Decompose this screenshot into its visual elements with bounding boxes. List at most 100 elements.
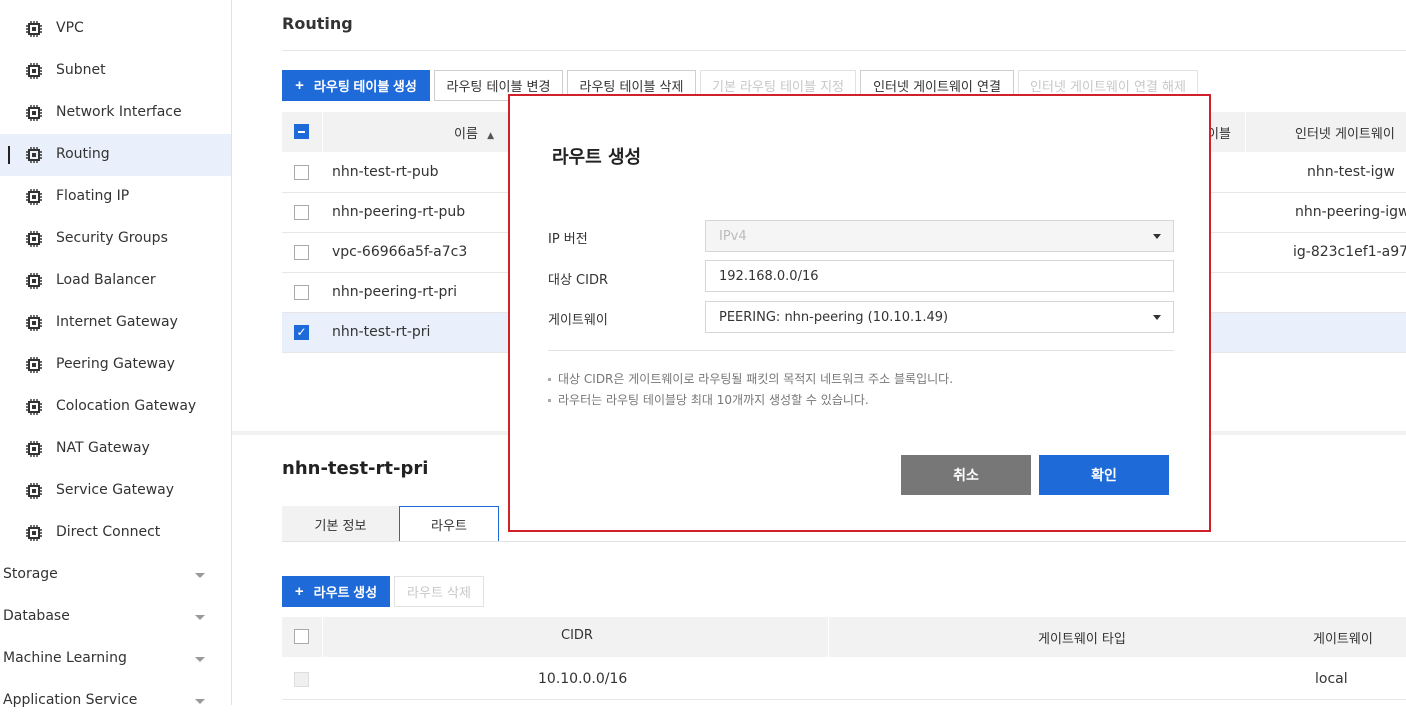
chip-icon	[26, 399, 42, 415]
sidebar-item-label: Service Gateway	[56, 482, 175, 498]
sidebar-item-label: Network Interface	[56, 104, 182, 120]
row-checkbox-checked[interactable]: ✓	[294, 325, 309, 340]
sidebar-item-routing[interactable]: Routing	[0, 134, 231, 176]
sidebar-item-label: Subnet	[56, 62, 106, 78]
sort-icon: ▲	[487, 131, 494, 141]
sidebar: VPC Subnet Network Interface Routing Flo…	[0, 0, 232, 708]
route-row[interactable]: 10.10.0.0/16 local	[282, 660, 1406, 700]
sidebar-category-storage[interactable]: Storage	[0, 554, 231, 596]
chip-icon	[26, 189, 42, 205]
ip-version-value: IPv4	[719, 228, 747, 244]
sidebar-item-colocation-gateway[interactable]: Colocation Gateway	[0, 386, 231, 428]
chip-icon	[26, 483, 42, 499]
category-label: Application Service	[3, 692, 138, 708]
row-name: nhn-test-rt-pri	[332, 324, 431, 340]
sidebar-item-service-gateway[interactable]: Service Gateway	[0, 470, 231, 512]
sidebar-item-load-balancer[interactable]: Load Balancer	[0, 260, 231, 302]
category-label: Storage	[3, 566, 58, 582]
sidebar-item-vpc[interactable]: VPC	[0, 8, 231, 50]
sidebar-category-database[interactable]: Database	[0, 596, 231, 638]
chip-icon	[26, 315, 42, 331]
chip-icon	[26, 63, 42, 79]
chevron-down-icon	[195, 615, 205, 620]
category-label: Machine Learning	[3, 650, 127, 666]
route-select-all-checkbox[interactable]	[294, 629, 309, 644]
sidebar-item-network-interface[interactable]: Network Interface	[0, 92, 231, 134]
chevron-down-icon	[1153, 234, 1161, 239]
ip-version-label: IP 버전	[548, 232, 588, 247]
tab-basic-info[interactable]: 기본 정보	[282, 506, 399, 542]
row-name: nhn-peering-rt-pri	[332, 284, 458, 300]
sidebar-item-internet-gateway[interactable]: Internet Gateway	[0, 302, 231, 344]
chevron-down-icon	[195, 657, 205, 662]
column-header-gateway: 게이트웨이	[1313, 632, 1373, 647]
sidebar-item-direct-connect[interactable]: Direct Connect	[0, 512, 231, 554]
dialog-title: 라우트 생성	[552, 147, 642, 168]
column-divider	[1245, 112, 1246, 152]
column-header-name-label: 이름	[454, 127, 478, 142]
delete-route-button[interactable]: 라우트 삭제	[394, 576, 484, 607]
select-all-checkbox[interactable]	[294, 124, 309, 139]
chip-icon	[26, 525, 42, 541]
bullet-icon	[548, 399, 551, 402]
route-row-checkbox	[294, 672, 309, 687]
sidebar-item-label: Floating IP	[56, 188, 130, 204]
sidebar-item-label: NAT Gateway	[56, 440, 150, 456]
help-note: 라우터는 라우팅 테이블당 최대 10개까지 생성할 수 있습니다.	[548, 391, 869, 408]
sidebar-item-subnet[interactable]: Subnet	[0, 50, 231, 92]
create-route-button[interactable]: + 라우트 생성	[282, 576, 390, 607]
column-header-cidr: CIDR	[561, 628, 593, 643]
route-gateway: local	[1315, 671, 1348, 687]
chevron-down-icon	[195, 699, 205, 704]
detail-title: nhn-test-rt-pri	[282, 458, 429, 479]
active-indicator	[8, 146, 10, 164]
column-header-name[interactable]: 이름 ▲	[454, 123, 494, 142]
create-routing-table-label: 라우팅 테이블 생성	[313, 79, 417, 94]
chip-icon	[26, 357, 42, 373]
route-table-header	[282, 617, 1406, 657]
chip-icon	[26, 273, 42, 289]
divider	[282, 50, 1406, 51]
chip-icon	[26, 231, 42, 247]
sidebar-item-security-groups[interactable]: Security Groups	[0, 218, 231, 260]
create-routing-table-button[interactable]: + 라우팅 테이블 생성	[282, 70, 430, 101]
gateway-label: 게이트웨이	[548, 313, 608, 328]
sidebar-item-label: Security Groups	[56, 230, 168, 246]
gateway-select[interactable]: PEERING: nhn-peering (10.10.1.49)	[705, 301, 1174, 333]
sidebar-item-floating-ip[interactable]: Floating IP	[0, 176, 231, 218]
cidr-label: 대상 CIDR	[548, 273, 609, 288]
plus-icon: +	[295, 77, 304, 94]
help-note-text: 대상 CIDR은 게이트웨이로 라우팅될 패킷의 목적지 네트워크 주소 블록입…	[558, 372, 954, 386]
sidebar-item-label: VPC	[56, 20, 84, 36]
sidebar-item-label: Direct Connect	[56, 524, 161, 540]
row-checkbox[interactable]	[294, 285, 309, 300]
cancel-button[interactable]: 취소	[901, 455, 1031, 495]
bullet-icon	[548, 378, 551, 381]
column-header-gateway-type: 게이트웨이 타입	[1038, 632, 1126, 647]
confirm-button[interactable]: 확인	[1039, 455, 1169, 495]
sidebar-item-nat-gateway[interactable]: NAT Gateway	[0, 428, 231, 470]
cidr-input[interactable]: 192.168.0.0/16	[705, 260, 1174, 292]
sidebar-category-application-service[interactable]: Application Service	[0, 680, 231, 722]
tab-route[interactable]: 라우트	[399, 506, 499, 542]
row-checkbox[interactable]	[294, 205, 309, 220]
sidebar-item-peering-gateway[interactable]: Peering Gateway	[0, 344, 231, 386]
sidebar-category-machine-learning[interactable]: Machine Learning	[0, 638, 231, 680]
chevron-down-icon	[195, 573, 205, 578]
sidebar-item-label: Peering Gateway	[56, 356, 175, 372]
route-cidr: 10.10.0.0/16	[538, 671, 628, 687]
chevron-down-icon	[1153, 315, 1161, 320]
help-note: 대상 CIDR은 게이트웨이로 라우팅될 패킷의 목적지 네트워크 주소 블록입…	[548, 370, 953, 387]
cidr-value: 192.168.0.0/16	[719, 268, 819, 284]
chip-icon	[26, 147, 42, 163]
column-divider	[828, 617, 829, 657]
category-label: Database	[3, 608, 70, 624]
column-header-internet-gateway: 인터넷 게이트웨이	[1295, 127, 1395, 142]
page-title: Routing	[282, 14, 353, 33]
row-internet-gateway: ig-823c1ef1-a972	[1293, 244, 1406, 260]
row-checkbox[interactable]	[294, 165, 309, 180]
sidebar-item-label: Internet Gateway	[56, 314, 178, 330]
row-checkbox[interactable]	[294, 245, 309, 260]
row-name: nhn-peering-rt-pub	[332, 204, 466, 220]
column-divider	[322, 617, 323, 657]
